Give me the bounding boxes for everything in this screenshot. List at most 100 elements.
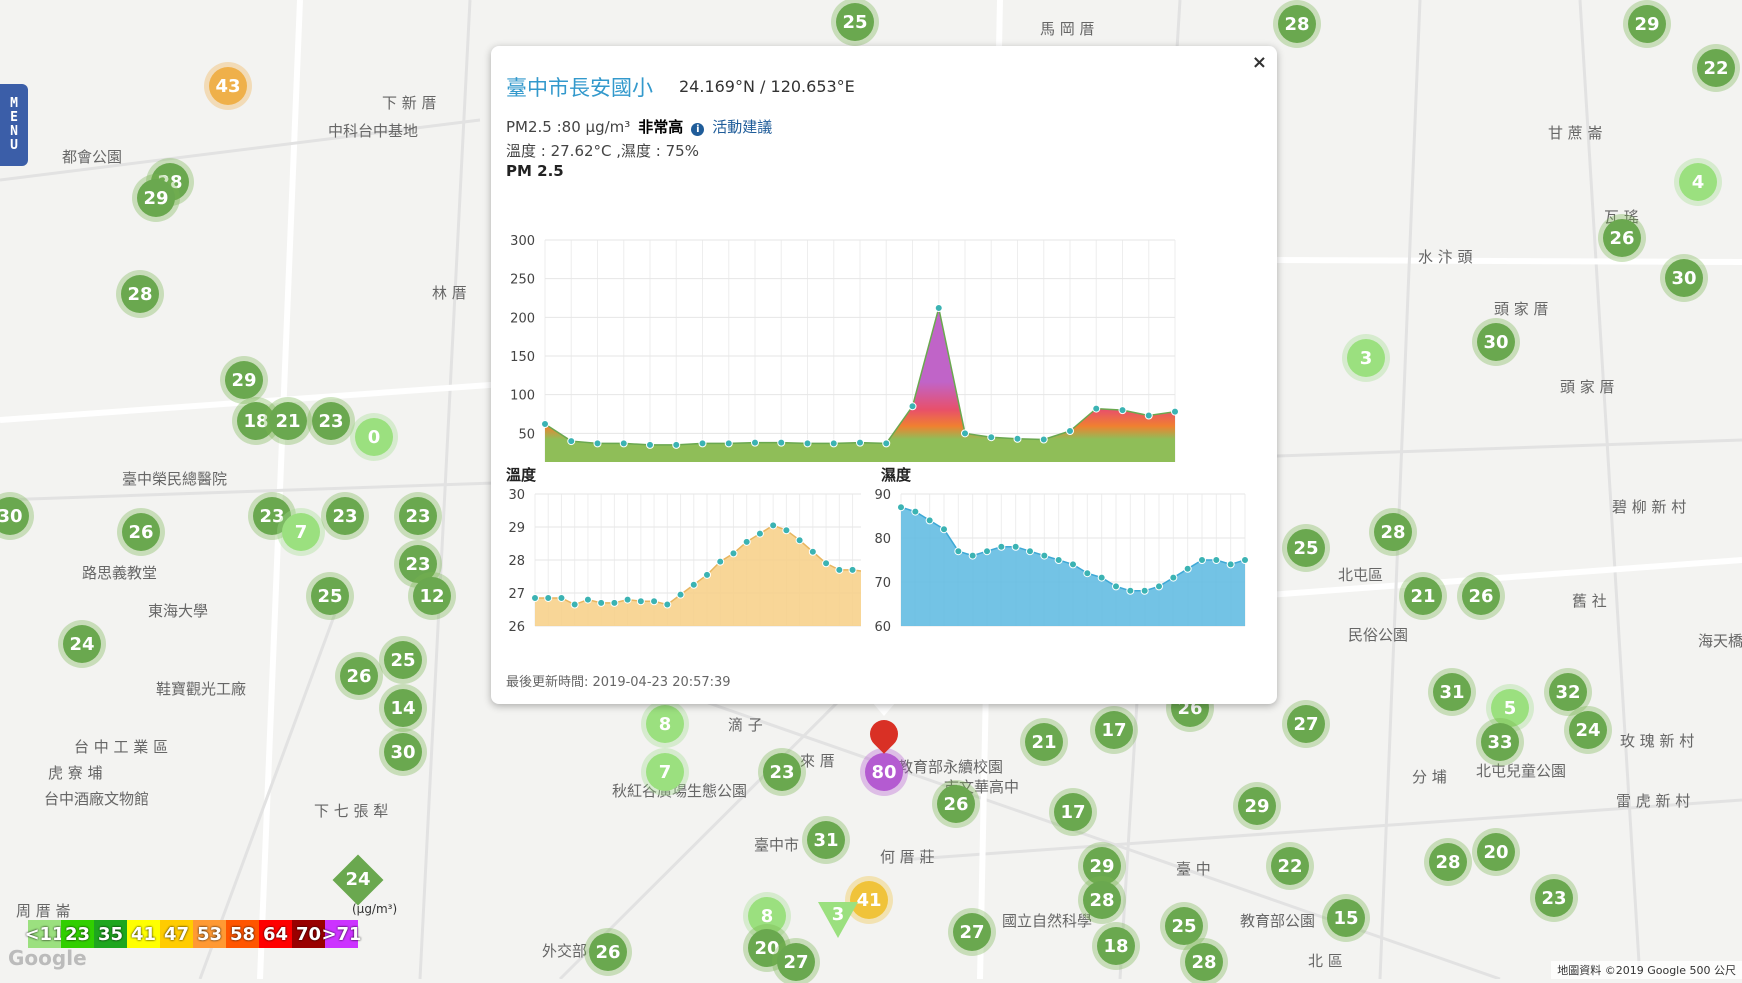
- station-marker[interactable]: 28: [1185, 943, 1223, 981]
- station-marker[interactable]: 4: [1679, 163, 1717, 201]
- station-marker[interactable]: 29: [225, 361, 263, 399]
- data-point: [729, 549, 738, 558]
- station-marker[interactable]: 25: [836, 3, 874, 41]
- y-tick-label: 150: [510, 350, 535, 365]
- place-label: 雷 虎 新 村: [1616, 792, 1691, 810]
- station-marker[interactable]: 21: [269, 402, 307, 440]
- y-tick-label: 26: [508, 620, 525, 635]
- legend-swatch: 47: [160, 920, 193, 948]
- info-icon[interactable]: i: [691, 123, 705, 136]
- data-point: [1040, 551, 1049, 560]
- station-marker[interactable]: 27: [953, 913, 991, 951]
- data-point: [983, 547, 991, 556]
- place-label: 頭 家 厝: [1560, 378, 1615, 396]
- station-marker[interactable]: 25: [311, 577, 349, 615]
- station-marker[interactable]: 29: [1238, 787, 1276, 825]
- station-marker[interactable]: 23: [1535, 879, 1573, 917]
- menu-letter: N: [10, 124, 18, 139]
- station-marker[interactable]: 30: [1665, 259, 1703, 297]
- station-marker[interactable]: 28: [1278, 5, 1316, 43]
- data-point: [908, 402, 917, 411]
- place-label: 何 厝 莊: [880, 848, 935, 866]
- station-marker[interactable]: 15: [1327, 899, 1365, 937]
- station-marker[interactable]: 28: [121, 275, 159, 313]
- station-marker[interactable]: 7: [282, 513, 320, 551]
- data-point: [742, 537, 751, 546]
- activity-advice-link[interactable]: 活動建議: [712, 118, 772, 136]
- humidity-chart: 60 70 80 90: [874, 488, 1249, 635]
- station-name-link[interactable]: 臺中市長安國小: [506, 72, 653, 102]
- data-point: [689, 580, 698, 589]
- station-marker[interactable]: 21: [1404, 577, 1442, 615]
- station-marker[interactable]: 27: [777, 943, 815, 981]
- station-marker[interactable]: 25: [1165, 907, 1203, 945]
- station-marker[interactable]: 30: [1477, 323, 1515, 361]
- station-marker[interactable]: 26: [937, 785, 975, 823]
- station-marker[interactable]: 43: [209, 67, 247, 105]
- station-marker[interactable]: 8: [646, 705, 684, 743]
- station-marker[interactable]: 28: [1083, 881, 1121, 919]
- station-marker[interactable]: 18: [1097, 927, 1135, 965]
- data-point: [1155, 582, 1163, 591]
- data-point: [672, 440, 681, 449]
- station-marker[interactable]: 29: [1083, 847, 1121, 885]
- station-marker[interactable]: 0: [355, 418, 393, 456]
- station-marker[interactable]: 25: [1287, 529, 1325, 567]
- station-marker[interactable]: 17: [1095, 711, 1133, 749]
- station-marker[interactable]: 14: [384, 689, 422, 727]
- station-marker[interactable]: 26: [589, 933, 627, 971]
- data-point: [777, 438, 786, 447]
- station-marker[interactable]: 31: [807, 821, 845, 859]
- station-marker[interactable]: 29: [1628, 5, 1666, 43]
- station-marker[interactable]: 3: [1347, 339, 1385, 377]
- data-point: [882, 439, 891, 448]
- data-point: [782, 526, 791, 535]
- legend-swatch: 53: [193, 920, 226, 948]
- place-label: 林 厝: [432, 284, 467, 302]
- station-marker[interactable]: 25: [384, 641, 422, 679]
- data-point: [531, 593, 539, 602]
- data-point: [835, 565, 844, 574]
- pm25-legend: <11 23 35 41 47 53 58 64 70 >71: [24, 920, 362, 948]
- station-marker[interactable]: 20: [1477, 833, 1515, 871]
- station-marker[interactable]: 23: [399, 497, 437, 535]
- station-marker[interactable]: 23: [312, 402, 350, 440]
- station-marker[interactable]: 21: [1025, 723, 1063, 761]
- station-marker[interactable]: 22: [1271, 847, 1309, 885]
- station-marker[interactable]: 24: [1569, 711, 1607, 749]
- google-logo: Google: [8, 946, 87, 970]
- station-marker[interactable]: 12: [413, 577, 451, 615]
- station-marker[interactable]: 33: [1481, 723, 1519, 761]
- station-marker[interactable]: 26: [122, 513, 160, 551]
- station-marker[interactable]: 22: [1697, 49, 1735, 87]
- station-marker[interactable]: 26: [1462, 577, 1500, 615]
- data-point: [940, 525, 948, 534]
- place-label: 臺中市: [754, 836, 800, 854]
- data-point: [1169, 573, 1178, 582]
- data-point: [911, 507, 920, 516]
- station-marker[interactable]: 80: [865, 753, 903, 791]
- y-tick-label: 70: [874, 576, 891, 591]
- road-line: [418, 0, 472, 980]
- place-label: 臺中榮民總醫院: [122, 470, 228, 488]
- station-marker[interactable]: 26: [340, 657, 378, 695]
- station-marker[interactable]: 28: [1374, 513, 1412, 551]
- station-marker[interactable]: 7: [646, 753, 684, 791]
- station-marker[interactable]: 17: [1054, 793, 1092, 831]
- place-label: 下 新 厝: [382, 94, 437, 112]
- station-marker[interactable]: 30: [384, 733, 422, 771]
- place-label: 路思義教堂: [82, 564, 158, 582]
- station-marker[interactable]: 23: [326, 497, 364, 535]
- menu-button[interactable]: MENU: [0, 84, 28, 166]
- station-marker[interactable]: 32: [1549, 673, 1587, 711]
- station-marker[interactable]: 24: [63, 625, 101, 663]
- station-marker[interactable]: 5: [1491, 689, 1529, 727]
- station-marker[interactable]: 23: [763, 753, 801, 791]
- station-marker[interactable]: 27: [1287, 705, 1325, 743]
- close-button[interactable]: ×: [1252, 52, 1267, 73]
- station-marker[interactable]: 26: [1603, 219, 1641, 257]
- station-marker[interactable]: 28: [1429, 843, 1467, 881]
- data-point: [961, 429, 969, 438]
- station-marker[interactable]: 31: [1433, 673, 1471, 711]
- station-marker[interactable]: 29: [137, 179, 175, 217]
